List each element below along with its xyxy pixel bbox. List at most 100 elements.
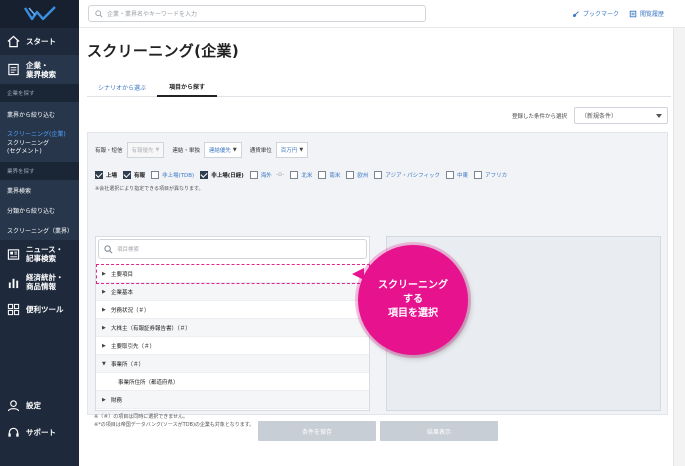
chevron-down-icon: ▼ (299, 147, 304, 153)
nav-support[interactable]: サポート (0, 422, 62, 442)
list-item[interactable]: ▶ 財務 (96, 391, 369, 409)
item-notes: ※（＃）の項目は同時に選択できません。 ※*の項目は帝国データバンク(ソースがT… (94, 413, 254, 429)
logo[interactable] (0, 0, 79, 28)
checkbox[interactable] (474, 171, 483, 179)
tab-scenario[interactable]: シナリオから選ぶ (87, 78, 157, 97)
sidebar-item-screening-segment[interactable]: スクリーニング (セグメント) (0, 140, 79, 162)
tab-bar: シナリオから選ぶ 項目から探す (87, 78, 671, 97)
search-icon (104, 244, 113, 253)
market-label: 北米 (301, 173, 313, 179)
global-search-input[interactable]: 企業・業界名やキーワードを入力 (88, 5, 426, 22)
note-line-1: ※（＃）の項目は同時に選択できません。 (94, 414, 189, 420)
market-europe[interactable]: 欧州 (346, 171, 368, 179)
nav-settings-label: 設定 (26, 400, 41, 410)
global-search-placeholder: 企業・業界名やキーワードを入力 (107, 11, 198, 18)
market-label: 上場 (106, 173, 118, 179)
checkbox[interactable] (318, 171, 327, 179)
market-asia-pacific[interactable]: アジア・パシフィック (374, 171, 440, 179)
page-scrollbar[interactable] (673, 28, 685, 466)
chevron-right-icon: ▶ (102, 396, 106, 403)
bookmark-icon (572, 10, 579, 17)
market-listed[interactable]: 上場 (95, 171, 117, 179)
nav-start[interactable]: スタート (0, 28, 79, 55)
checkbox[interactable] (249, 171, 258, 179)
header: 企業・業界名やキーワードを入力 ブックマーク 閲覧履歴 (79, 0, 685, 28)
checkbox[interactable] (290, 171, 299, 179)
currency-select[interactable]: 百万円 ▼ (275, 142, 309, 158)
currency-value: 百万円 (280, 148, 298, 154)
sidebar-item-screening-company[interactable]: スクリーニング(企業) (0, 126, 79, 140)
list-item[interactable]: ▶ 大株主（有報証券報告書）（＃） (96, 319, 369, 337)
chevron-down-icon: ▼ (232, 147, 237, 153)
history-label: 閲覧履歴 (640, 11, 665, 18)
nav-company-label-1: 企業・ (26, 60, 49, 70)
market-label: 海外 (260, 173, 272, 179)
company-subnav: 業界から絞り込む スクリーニング(企業) スクリーニング (セグメント) (0, 102, 79, 162)
nav-company-search[interactable]: 企業・ 業界検索 (0, 55, 79, 84)
list-item[interactable]: ▶ 企業基本 (96, 283, 369, 301)
checkbox[interactable] (446, 171, 455, 179)
save-conditions-button[interactable]: 条件を保存 (258, 421, 376, 441)
checkbox[interactable] (200, 171, 209, 179)
nav-news-label-1: ニュース・ (26, 245, 64, 254)
chevron-down-icon: ▼ (155, 147, 160, 153)
history-icon (629, 10, 637, 17)
callout-bubble: スクリーニング する 項目を選択 (358, 245, 468, 355)
saved-conditions-select[interactable]: （新規条件） (574, 107, 668, 124)
link-icon: -⊙- (275, 172, 285, 178)
history-link[interactable]: 閲覧履歴 (629, 9, 664, 18)
saved-conditions-label: 登録した条件から選択 (512, 114, 568, 120)
item-list-box: 項目検索 ▶ 主要項目 ▶ 企業基本 ▶ 労務状況（＃） ▶ 大株主（有報証券報告書）（… (95, 236, 370, 411)
market-yuho[interactable]: 有報 (123, 171, 145, 179)
nav-economy-label-2: 商品情報 (26, 282, 56, 291)
market-middle-east[interactable]: 中東 (446, 171, 468, 179)
segment-label-1: スクリーニング (7, 140, 50, 147)
tab-items[interactable]: 項目から探す (157, 78, 217, 97)
chevron-right-icon: ▶ (102, 342, 106, 349)
nav-company-label-2: 業界検索 (26, 69, 56, 79)
segment-label-2: (セグメント) (7, 148, 42, 155)
item-search-input[interactable]: 項目検索 (98, 239, 367, 259)
list-item[interactable]: ▼ 事業所（＃） (96, 355, 369, 373)
highlight-frame (96, 264, 370, 284)
list-item-label: 事業所住所（都道府県） (118, 379, 179, 386)
market-checkboxes: 上場 有報 非上場(TDB) 非上場(日経) 海外 -⊙- 北米 南米 欧州 アジ… (95, 171, 513, 179)
show-results-button[interactable]: 結果表示 (380, 421, 498, 441)
list-item[interactable]: 事業所住所（都道府県） (96, 373, 369, 391)
sidebar-item-category-narrow[interactable]: 分類から絞り込む (0, 200, 79, 220)
market-unlisted-tdb[interactable]: 非上場(TDB) (151, 171, 194, 179)
sidebar-item-industry-search[interactable]: 業界検索 (0, 180, 79, 200)
sidebar-item-screening-industry[interactable]: スクリーニング（業界） (0, 220, 79, 240)
chevron-right-icon: ▶ (102, 288, 106, 295)
market-africa[interactable]: アフリカ (474, 171, 507, 179)
sidebar: スタート 企業・ 業界検索 企業を探す 業界から絞り込む スクリーニング(企業)… (0, 0, 79, 466)
consol-select[interactable]: 連結優先 ▼ (203, 142, 242, 158)
nav-news[interactable]: ニュース・ 記事検索 (0, 240, 79, 268)
market-south-america[interactable]: 南米 (318, 171, 340, 179)
list-item[interactable]: ▶ 労務状況（＃） (96, 301, 369, 319)
callout-line-2: する (403, 294, 423, 305)
document-icon (6, 63, 20, 77)
checkbox[interactable] (95, 171, 103, 179)
chevron-right-icon: ▶ (102, 306, 106, 313)
period-select[interactable]: 有報優先 ▼ (126, 142, 165, 158)
bookmark-link[interactable]: ブックマーク (572, 9, 619, 18)
list-item-label: 財務 (111, 397, 123, 404)
checkbox[interactable] (374, 171, 383, 179)
nav-economy[interactable]: 経済統計・ 商品情報 (0, 268, 79, 296)
list-item[interactable]: ▶ 主要取引先（＃） (96, 337, 369, 355)
market-overseas[interactable]: 海外 -⊙- (249, 171, 285, 179)
sidebar-item-industry-narrow[interactable]: 業界から絞り込む (0, 102, 79, 126)
section-company-label: 企業を探す (0, 84, 79, 102)
market-unlisted-nikkei[interactable]: 非上場(日経) (200, 171, 244, 179)
checkbox[interactable] (346, 171, 355, 179)
note-line-2: ※*の項目は帝国データバンク(ソースがTDB)の企業も対象となります。 (94, 422, 255, 428)
item-tree: ▶ 主要項目 ▶ 企業基本 ▶ 労務状況（＃） ▶ 大株主（有報証券報告書）（＃） ▶ 主… (96, 265, 369, 409)
nav-settings[interactable]: 設定 (0, 395, 47, 415)
checkbox[interactable] (123, 171, 132, 179)
checkbox[interactable] (151, 171, 160, 179)
page-title: スクリーニング(企業) (87, 42, 240, 60)
market-north-america[interactable]: 北米 (290, 171, 312, 179)
nav-tools[interactable]: 便利ツール (0, 296, 79, 322)
list-item-label: 主要取引先（＃） (111, 343, 156, 350)
